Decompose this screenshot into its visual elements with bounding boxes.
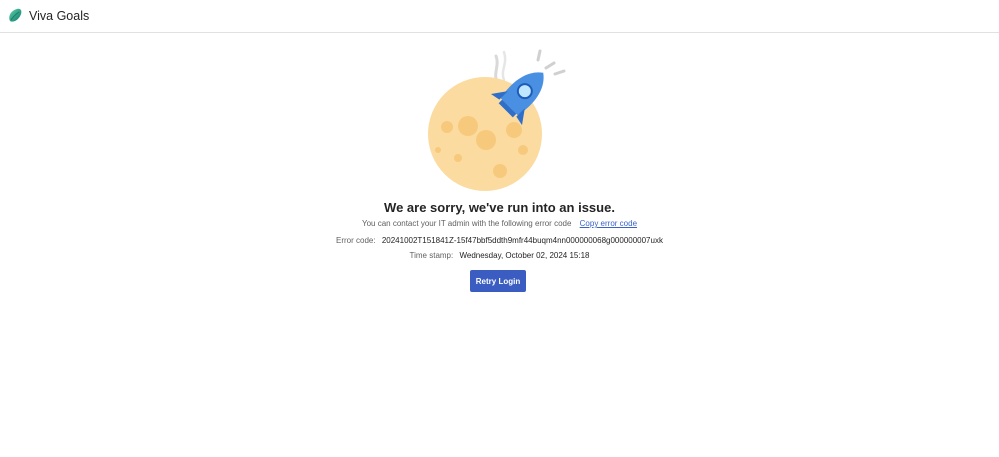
error-code-label: Error code: [336, 236, 376, 245]
moon-rocket-illustration [428, 49, 566, 191]
timestamp-label: Time stamp: [409, 251, 454, 260]
contact-admin-line: You can contact your IT admin with the f… [0, 219, 999, 228]
contact-admin-text: You can contact your IT admin with the f… [361, 219, 572, 228]
top-bar: Viva Goals [0, 0, 999, 33]
error-heading: We are sorry, we've run into an issue. [384, 200, 615, 215]
timestamp-line: Time stamp: Wednesday, October 02, 2024 … [0, 251, 999, 260]
timestamp-value: Wednesday, October 02, 2024 15:18 [459, 251, 590, 260]
error-code-value: 20241002T151841Z-15f47bbf5ddth9mfr44buqm… [381, 236, 663, 245]
retry-login-button[interactable]: Retry Login [470, 270, 526, 292]
app-brand[interactable]: Viva Goals [7, 7, 89, 25]
app-name: Viva Goals [29, 9, 90, 23]
viva-goals-logo-icon [9, 8, 22, 22]
error-code-line: Error code: 20241002T151841Z-15f47bbf5dd… [0, 236, 999, 245]
copy-error-code-link[interactable]: Copy error code [580, 219, 637, 228]
